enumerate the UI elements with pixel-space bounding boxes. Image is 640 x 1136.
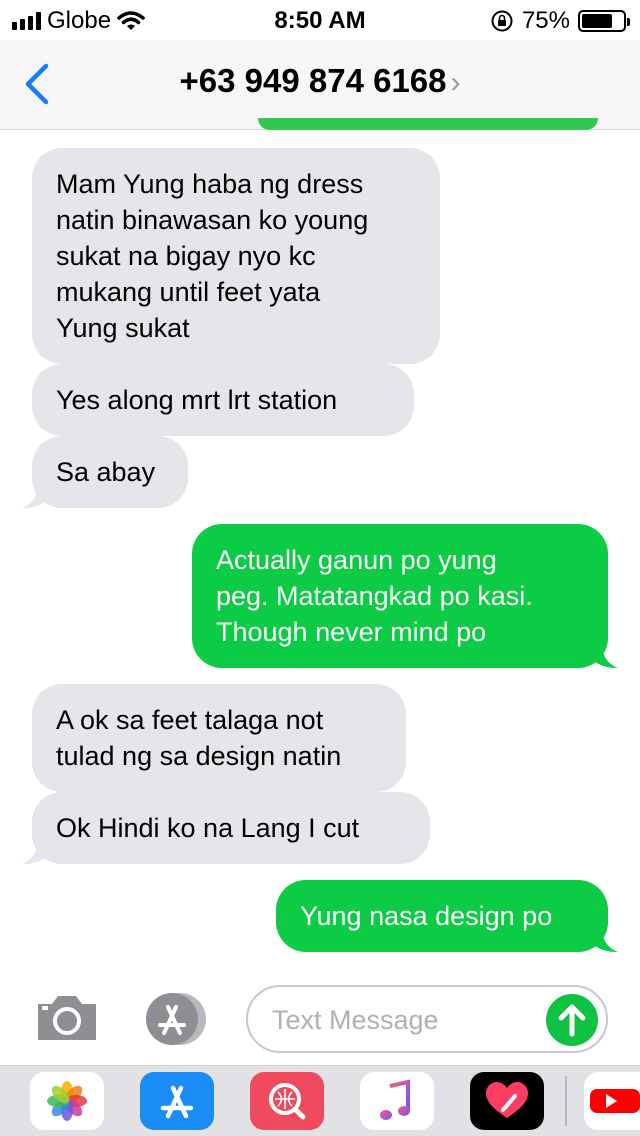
app-store-glyph bbox=[160, 1085, 194, 1119]
bubble-tail bbox=[22, 840, 48, 864]
arrow-up-icon bbox=[558, 1004, 586, 1037]
app-store-icon[interactable] bbox=[140, 991, 212, 1047]
message-line: natin binawasan ko young bbox=[56, 205, 369, 235]
bubble-tail bbox=[592, 644, 618, 668]
message-bubble-incoming[interactable]: Yes along mrt lrt station bbox=[32, 364, 414, 436]
search-images-icon[interactable] bbox=[250, 1072, 324, 1130]
message-line: tulad ng sa design natin bbox=[56, 741, 342, 771]
bubble-tail bbox=[592, 928, 618, 952]
contact-number[interactable]: +63 949 874 6168 bbox=[179, 62, 446, 99]
message-line: Ok Hindi ko na Lang I cut bbox=[56, 813, 360, 843]
message-bubble-incoming[interactable]: Ok Hindi ko na Lang I cut bbox=[22, 792, 430, 864]
music-glyph bbox=[380, 1079, 410, 1120]
photos-glyph bbox=[47, 1081, 87, 1121]
status-bar: Globe 8:50 AM 75% bbox=[0, 0, 640, 40]
message-thread: Mam Yung haba ng dress natin binawasan k… bbox=[0, 130, 640, 975]
drawer-separator bbox=[565, 1076, 567, 1126]
message-line: Yes along mrt lrt station bbox=[56, 385, 338, 415]
message-line: Actually ganun po yung bbox=[216, 545, 497, 575]
music-icon[interactable] bbox=[360, 1072, 434, 1130]
app-drawer bbox=[0, 1065, 640, 1136]
app-store-icon[interactable] bbox=[140, 1072, 214, 1130]
digital-touch-glyph bbox=[486, 1082, 528, 1118]
previous-message-bubble bbox=[258, 118, 598, 130]
message-input[interactable] bbox=[272, 1001, 542, 1039]
battery-icon bbox=[578, 10, 630, 32]
chevron-right-icon[interactable]: › bbox=[451, 66, 461, 99]
message-line: Yung nasa design po bbox=[300, 901, 553, 931]
message-bubble-outgoing[interactable]: Yung nasa design po bbox=[276, 880, 618, 952]
contact-title[interactable]: +63 949 874 6168 › bbox=[0, 62, 640, 100]
message-bubble-incoming[interactable]: A ok sa feet talaga not tulad ng sa desi… bbox=[32, 684, 406, 792]
battery-level bbox=[582, 14, 612, 28]
bubble-tail bbox=[22, 484, 48, 508]
message-bubble-incoming[interactable]: Mam Yung haba ng dress natin binawasan k… bbox=[32, 148, 440, 364]
message-text-field[interactable] bbox=[246, 985, 608, 1053]
message-line: Mam Yung haba ng dress bbox=[56, 169, 364, 199]
message-line: sukat na bigay nyo kc bbox=[56, 241, 316, 271]
message-line: A ok sa feet talaga not bbox=[56, 705, 324, 735]
battery-percent: 75% bbox=[521, 7, 570, 34]
message-line: Sa abay bbox=[56, 457, 156, 487]
youtube-icon[interactable] bbox=[584, 1072, 640, 1130]
message-line: Yung sukat bbox=[56, 313, 190, 343]
send-button[interactable] bbox=[546, 994, 598, 1046]
search-images-glyph bbox=[269, 1083, 306, 1120]
digital-touch-icon[interactable] bbox=[470, 1072, 544, 1130]
message-line: mukang until feet yata bbox=[56, 277, 321, 307]
orientation-lock-icon bbox=[491, 10, 513, 32]
youtube-glyph bbox=[590, 1089, 640, 1113]
photos-icon[interactable] bbox=[30, 1072, 104, 1130]
message-line: Though never mind po bbox=[216, 617, 487, 647]
conversation-header: +63 949 874 6168 › bbox=[0, 40, 640, 130]
camera-icon[interactable] bbox=[34, 992, 100, 1044]
message-bubble-outgoing[interactable]: Actually ganun po yung peg. Matatangkad … bbox=[192, 524, 618, 668]
status-right: 75% bbox=[490, 7, 630, 35]
message-bubble-incoming[interactable]: Sa abay bbox=[22, 436, 188, 508]
compose-bar bbox=[0, 975, 640, 1065]
message-line: peg. Matatangkad po kasi. bbox=[216, 581, 533, 611]
